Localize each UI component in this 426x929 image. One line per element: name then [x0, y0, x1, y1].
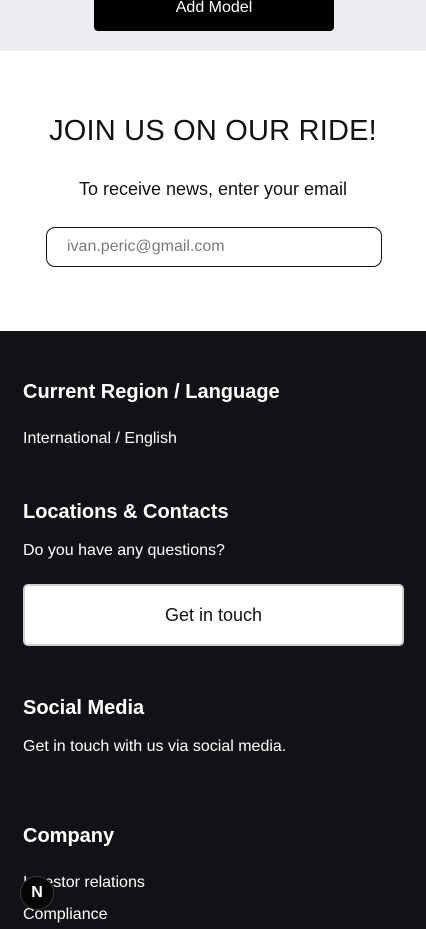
contacts-question: Do you have any questions? — [23, 542, 225, 559]
contacts-heading: Locations & Contacts — [23, 501, 229, 523]
footer: Current Region / Language International … — [0, 331, 426, 929]
top-band: Add Model — [0, 0, 426, 51]
newsletter-section: JOIN US ON OUR RIDE! To receive news, en… — [0, 51, 426, 331]
email-field[interactable] — [46, 227, 382, 267]
get-in-touch-button[interactable]: Get in touch — [23, 584, 404, 646]
social-heading: Social Media — [23, 697, 145, 719]
nextjs-logo-icon[interactable]: N — [20, 876, 54, 910]
social-text: Get in touch with us via social media. — [23, 738, 287, 755]
region-heading: Current Region / Language — [23, 381, 280, 403]
newsletter-subtitle: To receive news, enter your email — [78, 179, 348, 199]
company-heading: Company — [23, 825, 115, 847]
newsletter-title: JOIN US ON OUR RIDE! — [49, 115, 377, 147]
region-language-link[interactable]: International / English — [23, 430, 177, 448]
add-model-button[interactable]: Add Model — [94, 0, 334, 31]
